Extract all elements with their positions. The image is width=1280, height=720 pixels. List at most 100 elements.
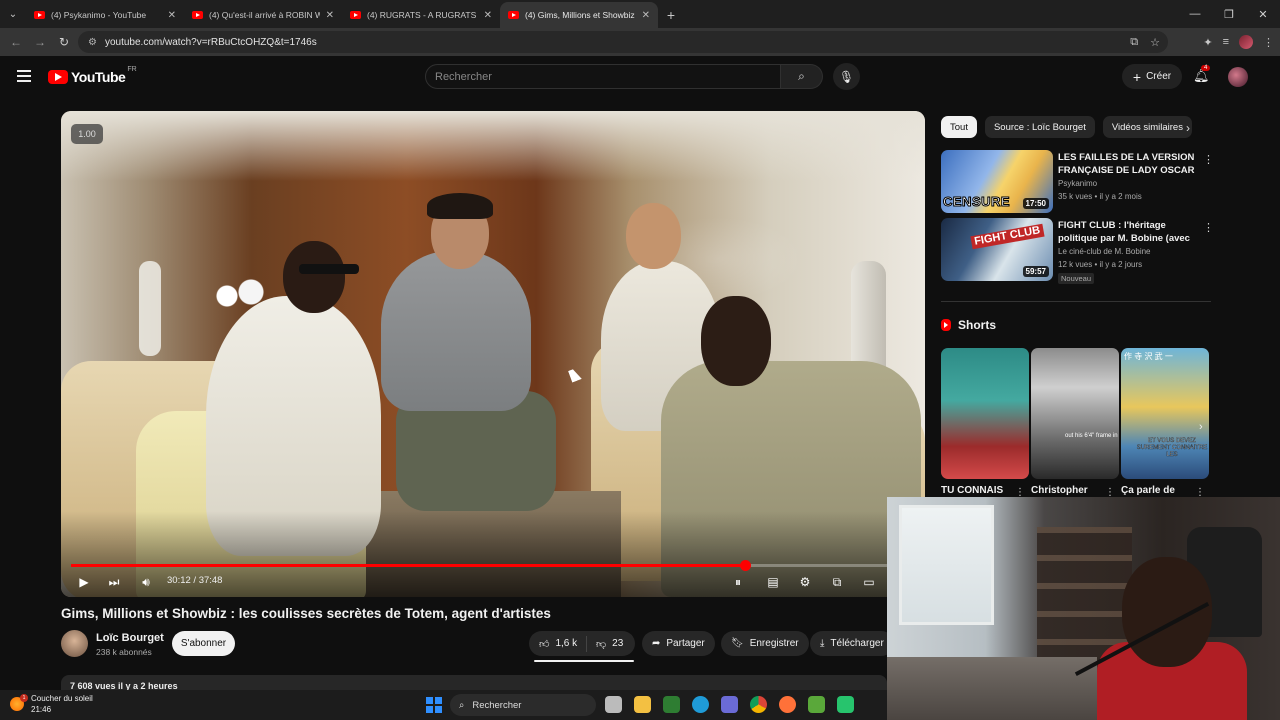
progress-fill bbox=[71, 564, 746, 567]
extensions-icon[interactable]: ✦ bbox=[1203, 36, 1212, 49]
recommendation-title[interactable]: FIGHT CLUB : l'héritage politique par M.… bbox=[1058, 219, 1196, 245]
subscriber-count: 238 k abonnés bbox=[96, 647, 152, 657]
short-thumbnail-2[interactable]: out his 6'4" frame in bbox=[1031, 348, 1119, 479]
recommendation-channel[interactable]: Le ciné-club de M. Bobine bbox=[1058, 247, 1151, 256]
subscribe-button[interactable]: S'abonner bbox=[172, 631, 235, 656]
share-button[interactable]: ➦ Partager bbox=[642, 631, 715, 656]
logo-wordmark: YouTube bbox=[71, 69, 126, 85]
autoplay-toggle[interactable]: ⏸ bbox=[727, 571, 749, 593]
short-thumbnail-3[interactable]: 作 寺 沢 武 一 ET VOUS DEVEZ SUREMENT CONNAIT… bbox=[1121, 348, 1209, 479]
close-window-icon[interactable]: ✕ bbox=[1246, 0, 1280, 28]
volume-button[interactable]: 🔊︎ bbox=[137, 571, 155, 593]
plus-icon: + bbox=[1132, 68, 1142, 85]
edge-icon[interactable] bbox=[692, 696, 709, 713]
chip-all[interactable]: Tout bbox=[941, 116, 977, 138]
notifications-button[interactable]: 🔔︎ 4 bbox=[1193, 65, 1211, 84]
subtitles-button[interactable]: ▤ bbox=[763, 571, 783, 593]
download-label: Télécharger bbox=[830, 638, 884, 649]
close-tab-icon[interactable]: ✕ bbox=[168, 10, 176, 21]
new-badge: Nouveau bbox=[1058, 273, 1095, 284]
search-button[interactable]: ⌕ bbox=[781, 64, 823, 89]
recommendation-item[interactable]: CENSURE 17:50 LES FAILLES DE LA VERSION … bbox=[941, 150, 1214, 214]
file-explorer-icon[interactable] bbox=[634, 696, 651, 713]
app-icon[interactable] bbox=[837, 696, 854, 713]
search-input[interactable]: Rechercher bbox=[425, 64, 781, 89]
bookmark-star-icon[interactable]: ☆ bbox=[1150, 36, 1160, 49]
more-options-icon[interactable]: ⋮ bbox=[1203, 153, 1214, 166]
window-controls: — ❐ ✕ bbox=[1178, 0, 1280, 28]
more-options-icon[interactable]: ⋮ bbox=[1203, 221, 1214, 234]
short-thumbnail-1[interactable] bbox=[941, 348, 1029, 479]
recommendation-channel[interactable]: Psykanimo bbox=[1058, 179, 1097, 188]
new-tab-button[interactable]: + bbox=[658, 2, 684, 28]
short-title-1[interactable]: TU CONNAIS bbox=[941, 485, 1003, 496]
subtitles-icon: ▤ bbox=[767, 575, 779, 589]
theater-mode-button[interactable]: ▭ bbox=[859, 571, 879, 593]
nvidia-icon[interactable] bbox=[663, 696, 680, 713]
video-player[interactable]: 1.00 ▶ ⏭ 🔊︎ 30:12 / 37:48 ⏸ ▤ ⚙ ⧉ ▭ bbox=[61, 111, 925, 597]
browser-tab-4-active[interactable]: (4) Gims, Millions et Showbiz : l ✕ bbox=[500, 2, 658, 28]
app-icon[interactable] bbox=[808, 696, 825, 713]
video-duration: 17:50 bbox=[1022, 198, 1049, 209]
like-button[interactable]: 👍︎ 1,6 k bbox=[529, 635, 587, 652]
browser-menu-icon[interactable]: ⋮ bbox=[1263, 36, 1274, 49]
site-info-icon[interactable]: ⚙ bbox=[88, 37, 97, 48]
channel-name[interactable]: Loïc Bourget bbox=[96, 632, 164, 644]
chip-source[interactable]: Source : Loïc Bourget bbox=[984, 116, 1095, 138]
reading-list-icon[interactable]: ≡ bbox=[1223, 36, 1229, 48]
video-thumbnail[interactable]: FIGHT CLUB 59:57 bbox=[941, 218, 1053, 281]
recommendation-title[interactable]: LES FAILLES DE LA VERSION FRANÇAISE DE L… bbox=[1058, 151, 1196, 177]
profile-avatar[interactable] bbox=[1239, 35, 1253, 49]
chrome-icon[interactable] bbox=[750, 696, 767, 713]
task-view-icon[interactable] bbox=[605, 696, 622, 713]
firefox-icon[interactable] bbox=[779, 696, 796, 713]
minimize-icon[interactable]: — bbox=[1178, 0, 1212, 28]
browser-tab-2[interactable]: (4) Qu'est-il arrivé à ROBIN WI ✕ bbox=[184, 2, 342, 28]
chips-next-arrow-icon[interactable]: › bbox=[1186, 121, 1190, 135]
windows-start-icon[interactable] bbox=[426, 697, 442, 713]
progress-bar[interactable] bbox=[71, 560, 915, 571]
reload-icon[interactable]: ↻ bbox=[52, 35, 76, 49]
youtube-logo[interactable]: YouTube FR bbox=[48, 66, 137, 85]
account-avatar[interactable] bbox=[1228, 67, 1248, 87]
address-bar[interactable]: ⚙ youtube.com/watch?v=rRBuCtcOHZQ&t=1746… bbox=[78, 31, 1168, 53]
guide-menu-icon[interactable] bbox=[17, 70, 31, 85]
section-divider bbox=[941, 301, 1211, 302]
play-button[interactable]: ▶ bbox=[75, 571, 93, 593]
forward-icon[interactable]: → bbox=[28, 35, 52, 49]
video-thumbnail[interactable]: CENSURE 17:50 bbox=[941, 150, 1053, 213]
omnibox-icons: ⧉ ☆ bbox=[1130, 31, 1160, 53]
shorts-next-arrow-icon[interactable]: › bbox=[1199, 421, 1203, 433]
tab-search-icon[interactable]: ⌄ bbox=[0, 0, 26, 28]
browser-tab-3[interactable]: (4) RUGRATS - A RUGRATS VAC ✕ bbox=[342, 2, 500, 28]
miniplayer-button[interactable]: ⧉ bbox=[827, 571, 847, 593]
short-title-3[interactable]: Ça parle de bbox=[1121, 485, 1175, 496]
thumbs-up-icon: 👍︎ bbox=[539, 638, 550, 650]
weather-widget[interactable]: 1 Coucher du soleil 21:46 bbox=[10, 693, 93, 715]
channel-avatar[interactable] bbox=[61, 630, 88, 657]
back-icon[interactable]: ← bbox=[4, 35, 28, 49]
youtube-favicon-icon bbox=[34, 11, 45, 19]
close-tab-icon[interactable]: ✕ bbox=[326, 10, 334, 21]
tab-title: (4) Psykanimo - YouTube bbox=[51, 10, 147, 20]
close-tab-icon[interactable]: ✕ bbox=[484, 10, 492, 21]
recommendation-item[interactable]: FIGHT CLUB 59:57 FIGHT CLUB : l'héritage… bbox=[941, 218, 1214, 284]
short-title-2[interactable]: Christopher bbox=[1031, 485, 1088, 496]
maximize-icon[interactable]: ❐ bbox=[1212, 0, 1246, 28]
install-app-icon[interactable]: ⧉ bbox=[1130, 36, 1138, 49]
chip-similar[interactable]: Vidéos similaires bbox=[1102, 116, 1192, 138]
youtube-play-logo-icon bbox=[48, 70, 68, 84]
close-tab-icon[interactable]: ✕ bbox=[642, 10, 650, 21]
recommendation-meta: 35 k vues • il y a 2 mois bbox=[1058, 192, 1142, 201]
settings-button[interactable]: ⚙ bbox=[795, 571, 815, 593]
taskbar-search[interactable]: ⌕ Rechercher bbox=[450, 694, 596, 716]
download-button[interactable]: ⤓ Télécharger bbox=[810, 631, 894, 656]
create-button[interactable]: + Créer bbox=[1122, 64, 1182, 89]
weather-time: 21:46 bbox=[31, 705, 52, 714]
next-button[interactable]: ⏭ bbox=[105, 571, 123, 593]
store-icon[interactable] bbox=[721, 696, 738, 713]
browser-tab-1[interactable]: (4) Psykanimo - YouTube ✕ bbox=[26, 2, 184, 28]
dislike-button[interactable]: 👎︎ 23 bbox=[587, 638, 623, 650]
voice-search-button[interactable]: 🎙 bbox=[833, 63, 860, 90]
save-button[interactable]: 🔖︎ Enregistrer bbox=[721, 631, 809, 656]
